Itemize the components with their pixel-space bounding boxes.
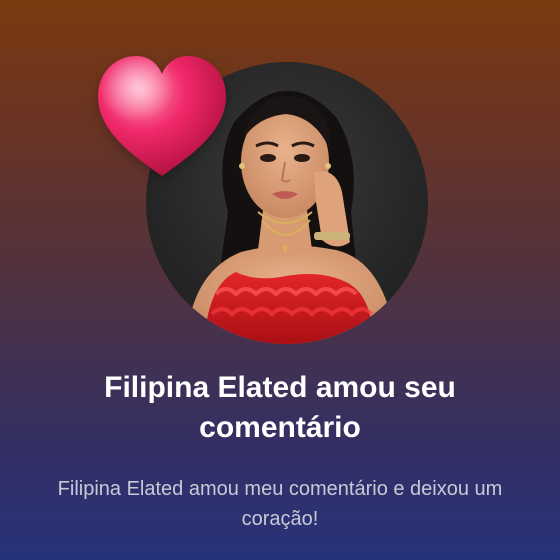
love-notification-card: Filipina Elated amou seu comentário Fili… — [0, 0, 560, 560]
heart-icon — [94, 52, 230, 182]
notification-title: Filipina Elated amou seu comentário — [104, 371, 456, 444]
notification-message: Filipina Elated amou meu comentário e de… — [57, 478, 503, 530]
